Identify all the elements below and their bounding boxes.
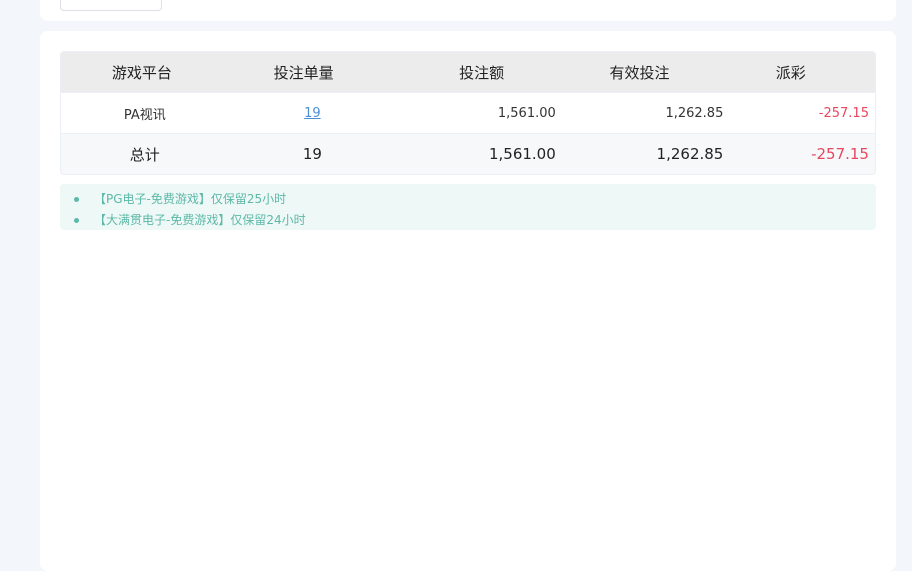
notice-item: 【大满贯电子-免费游戏】仅保留24小时 xyxy=(74,210,876,231)
cell-payout: -257.15 xyxy=(818,105,869,121)
header-bet-amount: 投注额 xyxy=(459,63,505,82)
report-card: 游戏平台 投注单量 投注额 有效投注 派彩 PA视讯 19 1,561.00 1… xyxy=(40,31,896,571)
header-bet-count: 投注单量 xyxy=(273,63,334,82)
total-valid-bet: 1,262.85 xyxy=(656,145,724,163)
date-select[interactable] xyxy=(60,0,162,11)
bet-count-link[interactable]: 19 xyxy=(304,106,321,121)
filter-card xyxy=(40,0,896,21)
page-background: 游戏平台 投注单量 投注额 有效投注 派彩 PA视讯 19 1,561.00 1… xyxy=(10,0,906,571)
table-row: PA视讯 19 1,561.00 1,262.85 -257.15 xyxy=(61,93,875,134)
bullet-icon xyxy=(74,218,79,223)
cell-bet-count: 19 xyxy=(229,106,397,121)
notice-item: 【PG电子-免费游戏】仅保留25小时 xyxy=(74,189,876,210)
total-bet-count: 19 xyxy=(302,145,322,163)
header-valid-bet: 有效投注 xyxy=(609,63,670,82)
cell-valid-bet: 1,262.85 xyxy=(665,105,724,121)
header-platform: 游戏平台 xyxy=(111,63,172,82)
cell-bet-amount: 1,561.00 xyxy=(497,105,556,121)
header-payout: 派彩 xyxy=(775,63,806,82)
bullet-icon xyxy=(74,197,79,202)
notice-box: 【PG电子-免费游戏】仅保留25小时 【大满贯电子-免费游戏】仅保留24小时 xyxy=(60,184,876,230)
notice-text: 【PG电子-免费游戏】仅保留25小时 xyxy=(94,192,287,206)
notice-text: 【大满贯电子-免费游戏】仅保留24小时 xyxy=(94,213,306,227)
total-bet-amount: 1,561.00 xyxy=(488,145,556,163)
total-label: 总计 xyxy=(129,145,160,164)
cell-platform: PA视讯 xyxy=(123,107,166,123)
table-total-row: 总计 19 1,561.00 1,262.85 -257.15 xyxy=(61,134,875,174)
table-header-row: 游戏平台 投注单量 投注额 有效投注 派彩 xyxy=(61,52,875,93)
total-payout: -257.15 xyxy=(811,145,869,163)
bet-report-table: 游戏平台 投注单量 投注额 有效投注 派彩 PA视讯 19 1,561.00 1… xyxy=(60,51,876,175)
